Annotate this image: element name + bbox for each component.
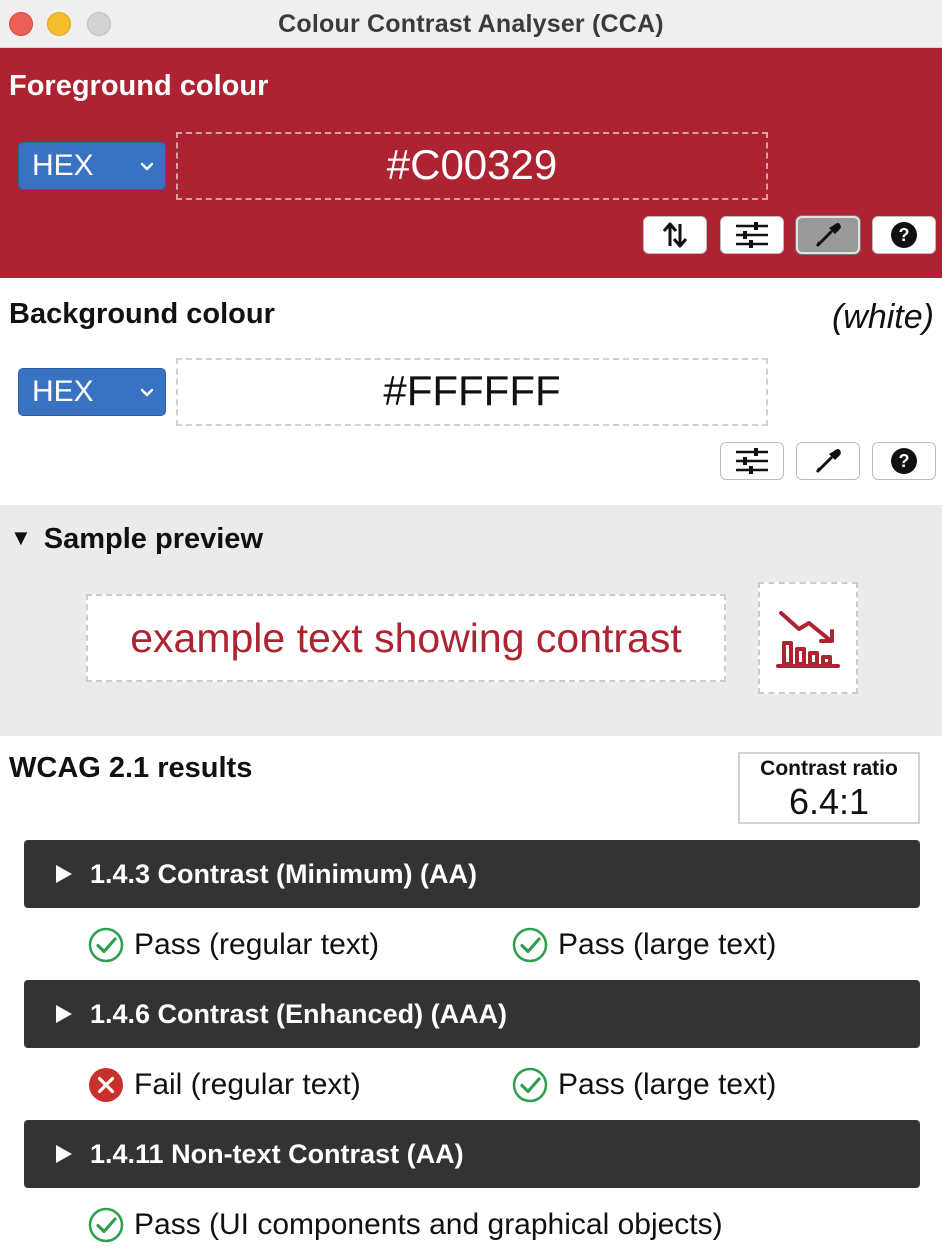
cross-circle-icon: [89, 1068, 123, 1102]
foreground-format-select[interactable]: HEX: [18, 142, 166, 190]
sample-preview-section: ▼ Sample preview example text showing con…: [0, 505, 942, 736]
sliders-icon: [736, 448, 768, 474]
svg-text:?: ?: [899, 451, 910, 471]
sample-text: example text showing contrast: [86, 594, 726, 682]
window-title: Colour Contrast Analyser (CCA): [278, 10, 664, 38]
help-icon: ?: [891, 448, 917, 474]
background-colour-name: (white): [831, 298, 934, 336]
result-item: Pass (UI components and graphical object…: [88, 1205, 723, 1245]
result-item: Fail (regular text): [88, 1065, 361, 1105]
help-icon: ?: [891, 222, 917, 248]
title-bar: Colour Contrast Analyser (CCA): [0, 0, 942, 48]
eyedropper-icon: [816, 223, 841, 247]
background-title: Background colour: [9, 298, 275, 330]
triangle-right-icon: [56, 1005, 72, 1023]
sample-preview-toggle[interactable]: ▼ Sample preview: [10, 523, 263, 556]
swap-icon: [662, 222, 688, 248]
results-title: WCAG 2.1 results: [9, 752, 253, 784]
background-format-select[interactable]: HEX: [18, 368, 166, 416]
result-text: Pass (regular text): [134, 928, 380, 961]
result-text: Pass (large text): [558, 1068, 777, 1101]
foreground-eyedropper-button[interactable]: [796, 216, 860, 254]
check-circle-icon: [88, 1207, 124, 1243]
contrast-ratio-label: Contrast ratio: [760, 757, 898, 780]
criterion-label: 1.4.11 Non-text Contrast (AA): [90, 1139, 464, 1169]
criterion-1-4-6-toggle[interactable]: 1.4.6 Contrast (Enhanced) (AAA): [24, 980, 920, 1048]
background-sliders-button[interactable]: [720, 442, 784, 480]
chevron-down-icon: [140, 388, 154, 397]
eyedropper-icon: [816, 449, 841, 473]
sample-graphic: [758, 582, 858, 694]
foreground-title: Foreground colour: [9, 70, 269, 102]
check-circle-icon: [88, 927, 124, 963]
result-text: Pass (UI components and graphical object…: [134, 1208, 723, 1241]
criterion-label: 1.4.3 Contrast (Minimum) (AA): [90, 859, 478, 889]
result-text: Pass (large text): [558, 928, 777, 961]
criterion-1-4-3-toggle[interactable]: 1.4.3 Contrast (Minimum) (AA): [24, 840, 920, 908]
contrast-ratio-value: 6.4:1: [788, 781, 870, 822]
contrast-ratio-box: Contrast ratio 6.4:1: [738, 752, 920, 824]
background-hex-input[interactable]: #FFFFFF: [176, 358, 768, 426]
triangle-right-icon: [56, 865, 72, 883]
background-eyedropper-button[interactable]: [796, 442, 860, 480]
triangle-right-icon: [56, 1145, 72, 1163]
check-circle-icon: [512, 927, 548, 963]
declining-chart-icon: [776, 611, 840, 668]
foreground-section: Foreground colour HEX #C00329 ?: [0, 48, 942, 278]
background-section: Background colour (white) HEX #FFFFFF ?: [0, 278, 942, 505]
check-circle-icon: [512, 1067, 548, 1103]
criterion-label: 1.4.6 Contrast (Enhanced) (AAA): [90, 999, 508, 1029]
foreground-help-button[interactable]: ?: [872, 216, 936, 254]
triangle-down-icon: ▼: [10, 525, 32, 550]
result-text: Fail (regular text): [134, 1068, 361, 1101]
foreground-sliders-button[interactable]: [720, 216, 784, 254]
result-item: Pass (large text): [512, 1065, 776, 1105]
sample-preview-title: Sample preview: [43, 523, 263, 555]
swap-colours-button[interactable]: [643, 216, 707, 254]
foreground-hex-input[interactable]: #C00329: [176, 132, 768, 200]
background-help-button[interactable]: ?: [872, 442, 936, 480]
result-item: Pass (regular text): [88, 925, 379, 965]
sliders-icon: [736, 222, 768, 248]
foreground-format-value: HEX: [32, 149, 94, 182]
criterion-1-4-11-toggle[interactable]: 1.4.11 Non-text Contrast (AA): [24, 1120, 920, 1188]
result-item: Pass (large text): [512, 925, 776, 965]
chevron-down-icon: [140, 162, 154, 171]
svg-text:?: ?: [899, 225, 910, 245]
background-format-value: HEX: [32, 375, 94, 408]
